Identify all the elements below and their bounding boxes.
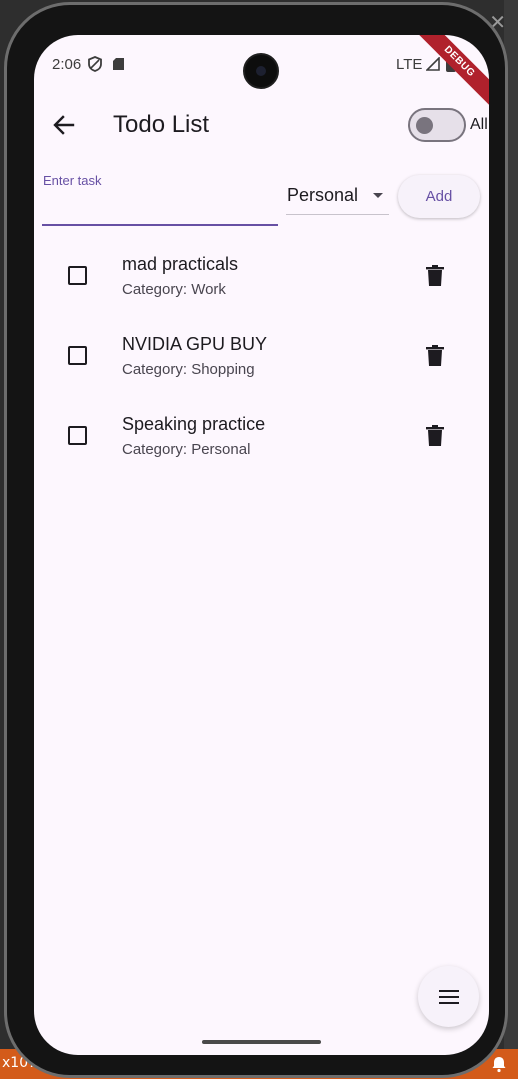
task-input-underline — [42, 224, 278, 226]
task-category: Category: Personal — [122, 441, 251, 458]
toggle-label: All — [470, 116, 488, 133]
task-checkbox[interactable] — [68, 346, 87, 365]
task-category: Category: Shopping — [122, 361, 255, 378]
menu-icon — [439, 990, 459, 1004]
status-time: 2:06 — [52, 56, 82, 73]
task-input-label: Enter task — [43, 173, 102, 188]
delete-icon[interactable] — [425, 425, 445, 447]
signal-icon — [426, 57, 440, 71]
task-title: NVIDIA GPU BUY — [122, 334, 268, 354]
show-all-toggle[interactable] — [408, 108, 466, 142]
task-row: Speaking practice Category: Personal — [34, 395, 489, 475]
toggle-knob — [416, 117, 433, 134]
app-screen: 2:06 LTE DEBUG Todo List All Enter task … — [34, 35, 489, 1055]
category-selected-value: Personal — [287, 185, 359, 205]
task-input-container: Enter task — [42, 165, 278, 227]
home-indicator[interactable] — [202, 1040, 321, 1044]
task-title: Speaking practice — [122, 414, 266, 434]
notification-bell-icon[interactable] — [490, 1055, 508, 1073]
network-label: LTE — [396, 56, 423, 73]
task-row: NVIDIA GPU BUY Category: Shopping — [34, 315, 489, 395]
phone-frame: 2:06 LTE DEBUG Todo List All Enter task … — [4, 2, 508, 1078]
page-title: Todo List — [113, 111, 210, 138]
delete-icon[interactable] — [425, 265, 445, 287]
front-camera — [243, 53, 279, 89]
category-dropdown[interactable]: Personal — [286, 177, 389, 215]
sd-card-icon — [113, 58, 124, 70]
add-task-button[interactable]: Add — [398, 175, 480, 218]
host-window: ✕ x1076 2:06 LTE DEBUG Todo List All Ent… — [0, 0, 518, 1079]
task-checkbox[interactable] — [68, 266, 87, 285]
task-category: Category: Work — [122, 281, 226, 298]
app-bar: Todo List All — [34, 95, 489, 155]
delete-icon[interactable] — [425, 345, 445, 367]
task-title: mad practicals — [122, 254, 239, 274]
dropdown-caret-icon — [373, 193, 383, 198]
task-input[interactable] — [42, 193, 278, 221]
task-checkbox[interactable] — [68, 426, 87, 445]
task-row: mad practicals Category: Work — [34, 235, 489, 315]
shield-icon — [88, 56, 102, 72]
menu-fab[interactable] — [418, 966, 479, 1027]
back-arrow-icon[interactable] — [50, 111, 78, 139]
